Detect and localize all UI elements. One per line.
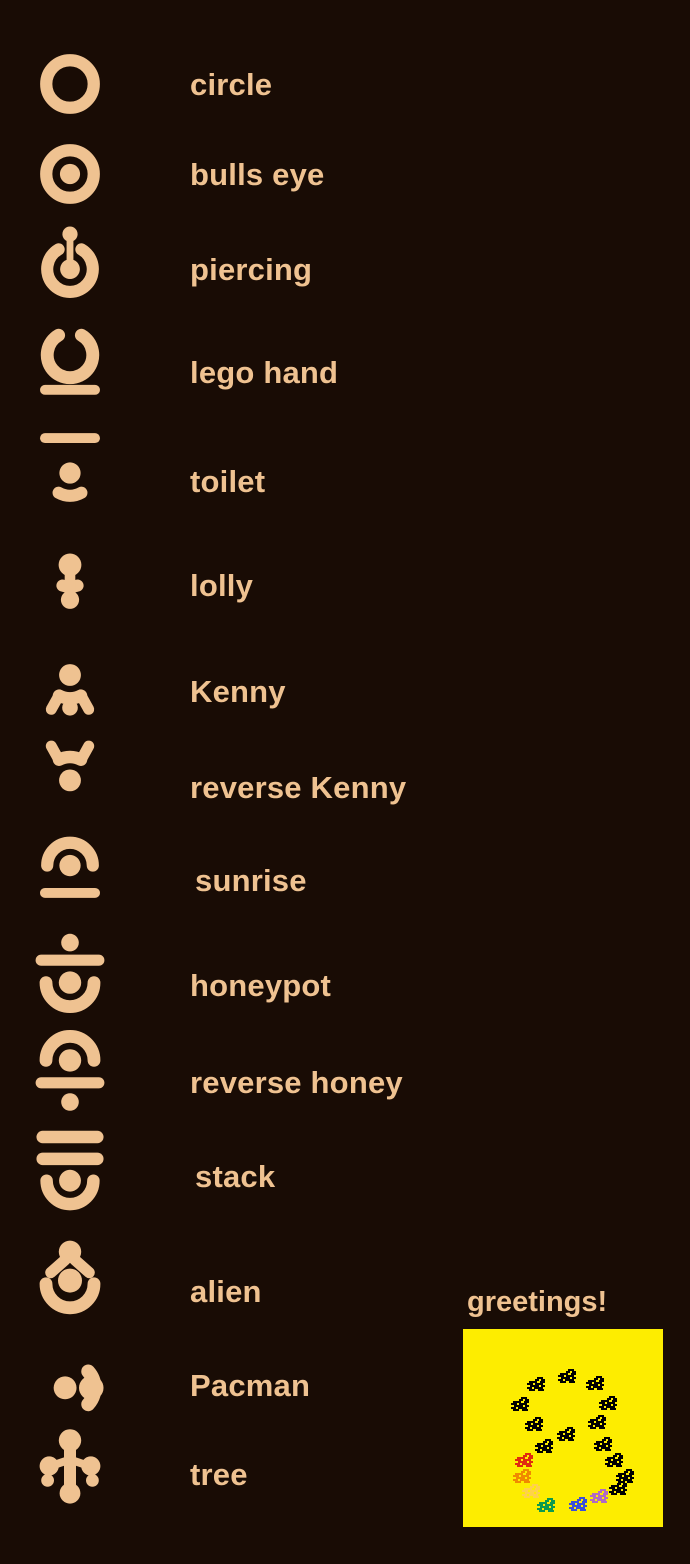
glyph-label-kenny: Kenny (190, 673, 286, 709)
glyph-label-piercing: piercing (190, 251, 313, 287)
bird-sprite (607, 1481, 629, 1496)
bird-sprite (597, 1396, 619, 1411)
greetings-title: greetings! (467, 1286, 608, 1318)
glyph-row-piercing: piercing (0, 217, 690, 321)
bird-sprite (556, 1369, 578, 1384)
bird-sprite (520, 1484, 542, 1499)
glyph-label-pacman: Pacman (190, 1367, 311, 1403)
glyph-row-honeypot: honeypot (0, 933, 690, 1037)
glyph-label-reverse-honey: reverse honey (190, 1064, 403, 1100)
glyph-label-stack: stack (195, 1158, 276, 1194)
kenny-glyph (0, 639, 140, 743)
bird-sprite (523, 1417, 545, 1432)
bird-sprite (509, 1397, 531, 1412)
lego-hand-glyph (0, 320, 140, 424)
bird-sprite (567, 1497, 589, 1512)
bird-sprite (592, 1437, 614, 1452)
glyph-row-stack: stack (0, 1124, 690, 1228)
alien-glyph (0, 1239, 140, 1343)
bird-sprite (533, 1439, 555, 1454)
glyph-row-bulls-eye: bulls eye (0, 122, 690, 226)
bird-sprite (511, 1469, 533, 1484)
glyph-row-lolly: lolly (0, 533, 690, 637)
reverse-honey-glyph (0, 1030, 140, 1134)
bird-sprite (513, 1453, 535, 1468)
piercing-glyph (0, 222, 140, 317)
sunrise-glyph (0, 832, 140, 928)
lolly-glyph (0, 533, 140, 637)
glyph-label-reverse-kenny: reverse Kenny (190, 769, 407, 805)
bird-sprite (603, 1453, 625, 1468)
bird-sprite (525, 1377, 547, 1392)
glyph-label-lego-hand: lego hand (190, 354, 339, 390)
circle-glyph (0, 48, 140, 120)
glyph-row-toilet: toilet (0, 429, 690, 533)
glyph-label-bulls-eye: bulls eye (190, 156, 325, 192)
glyph-label-toilet: toilet (190, 463, 266, 499)
glyph-label-circle: circle (190, 66, 273, 102)
glyph-row-reverse-honey: reverse honey (0, 1030, 690, 1134)
bird-sprite (588, 1489, 610, 1504)
glyph-label-honeypot: honeypot (190, 967, 332, 1003)
reverse-kenny-glyph (0, 735, 140, 839)
glyph-label-alien: alien (190, 1273, 262, 1309)
stack-glyph (0, 1126, 140, 1226)
bird-sprite (584, 1376, 606, 1391)
glyph-row-sunrise: sunrise (0, 828, 690, 932)
greetings-canvas (463, 1329, 663, 1527)
toilet-glyph (0, 429, 140, 533)
glyph-row-lego-hand: lego hand (0, 320, 690, 424)
tree-glyph (0, 1426, 140, 1522)
bird-sprite (535, 1498, 557, 1513)
bird-sprite (586, 1415, 608, 1430)
glyph-label-tree: tree (190, 1456, 248, 1492)
glyph-label-sunrise: sunrise (195, 862, 307, 898)
greetings-panel: greetings! (463, 1288, 663, 1527)
honeypot-glyph (0, 933, 140, 1037)
bulls-eye-glyph (0, 138, 140, 210)
bird-sprite (555, 1427, 577, 1442)
glyph-row-circle: circle (0, 32, 690, 136)
pacman-glyph (0, 1347, 140, 1423)
glyph-row-kenny: Kenny (0, 639, 690, 743)
glyph-label-lolly: lolly (190, 567, 254, 603)
glyph-row-reverse-kenny: reverse Kenny (0, 735, 690, 839)
